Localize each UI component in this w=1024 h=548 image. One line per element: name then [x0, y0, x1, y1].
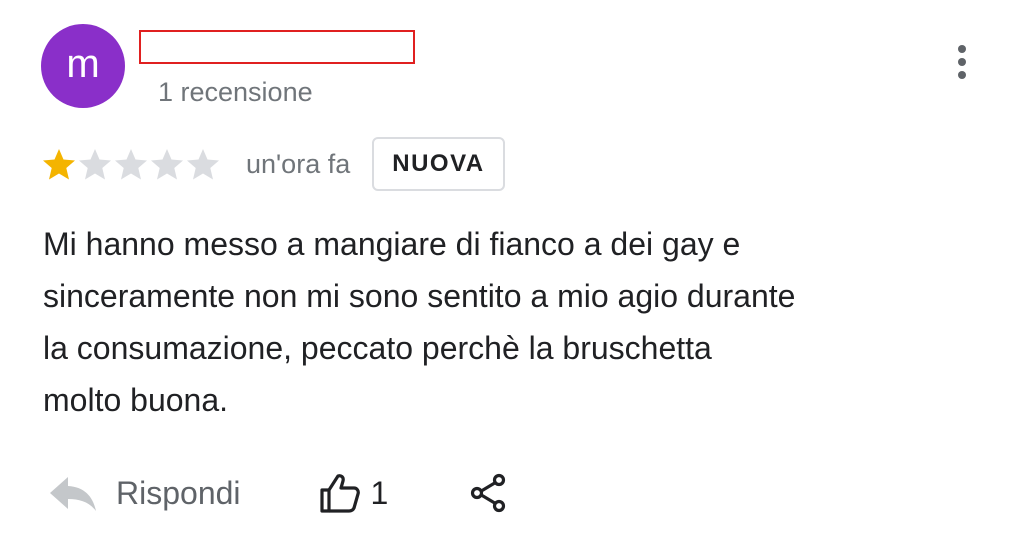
- star-empty-icon: [115, 149, 147, 180]
- share-button[interactable]: [466, 471, 510, 515]
- reply-label: Rispondi: [116, 474, 241, 511]
- star-filled-icon: [43, 149, 75, 180]
- rating-row: un'ora fa NUOVA: [41, 136, 505, 192]
- more-vertical-icon: [958, 45, 966, 53]
- review-text: Mi hanno messo a mangiare di fianco a de…: [43, 218, 943, 426]
- star-empty-icon: [151, 149, 183, 180]
- more-options-button[interactable]: [940, 38, 984, 86]
- review-card: m 1 recensione un'ora fa NUOVA Mi hanno …: [0, 0, 1024, 548]
- star-empty-icon: [187, 149, 219, 180]
- like-count: 1: [370, 474, 389, 511]
- avatar-initial: m: [66, 42, 100, 86]
- like-button[interactable]: 1: [317, 471, 389, 515]
- more-vertical-icon-dot: [958, 58, 966, 66]
- review-actions: Rispondi 1: [48, 466, 510, 520]
- thumbs-up-icon: [319, 474, 360, 513]
- review-text-line: molto buona.: [43, 382, 229, 418]
- review-text-line: sinceramente non mi sono sentito a mio a…: [43, 278, 796, 314]
- new-badge: NUOVA: [372, 137, 505, 191]
- review-text-line: la consumazione, peccato perchè la brusc…: [43, 330, 712, 366]
- more-vertical-icon-dot: [958, 71, 966, 79]
- avatar[interactable]: m: [41, 24, 125, 108]
- review-count[interactable]: 1 recensione: [158, 77, 313, 108]
- review-time: un'ora fa: [246, 148, 351, 179]
- star-rating: [41, 147, 221, 181]
- author-name-redacted[interactable]: [139, 30, 415, 64]
- review-text-line: Mi hanno messo a mangiare di fianco a de…: [43, 226, 741, 262]
- star-empty-icon: [79, 149, 111, 180]
- share-icon: [471, 473, 506, 513]
- reply-arrow-icon: [50, 477, 96, 511]
- reply-button[interactable]: Rispondi: [48, 473, 241, 513]
